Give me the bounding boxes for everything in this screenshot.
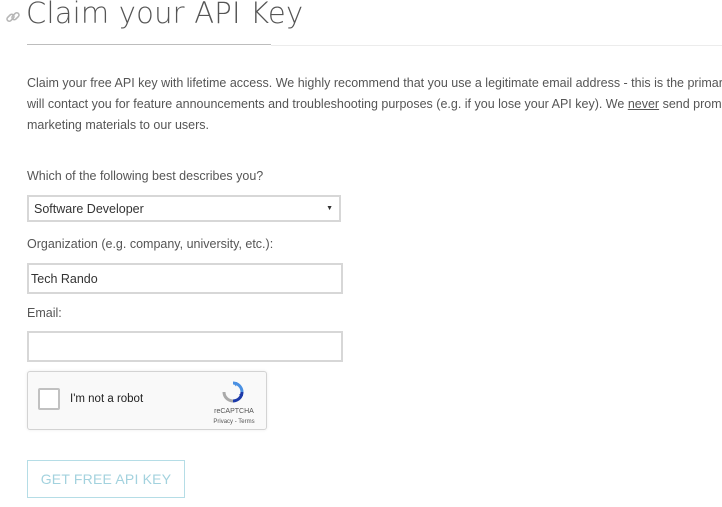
organization-input[interactable] <box>27 263 343 294</box>
intro-line-1: Claim your free API key with lifetime ac… <box>27 76 722 90</box>
intro-line-3: marketing materials to our users. <box>27 118 210 132</box>
section-divider <box>271 45 722 46</box>
never-emphasis: never <box>627 97 660 111</box>
recaptcha-label: I'm not a robot <box>70 393 144 405</box>
title-underline <box>27 44 271 45</box>
intro-line-2-end: send promot <box>662 97 722 111</box>
role-label: Which of the following best describes yo… <box>27 169 264 183</box>
intro-line-2-start: will contact you for feature announcemen… <box>27 97 628 111</box>
organization-label: Organization (e.g. company, university, … <box>27 237 274 251</box>
recaptcha-checkbox[interactable] <box>38 388 60 410</box>
role-select[interactable]: Software Developer ▼ <box>27 195 341 222</box>
page-header: Claim your API Key <box>5 0 303 30</box>
recaptcha-brand: reCAPTCHA <box>214 408 254 415</box>
get-api-key-button[interactable]: GET FREE API KEY <box>27 460 185 498</box>
recaptcha-logo-icon <box>222 381 244 403</box>
page-title: Claim your API Key <box>26 0 304 30</box>
recaptcha-links[interactable]: Privacy - Terms <box>208 419 260 425</box>
email-input[interactable] <box>27 331 343 362</box>
intro-line-2: will contact you for feature announcemen… <box>27 94 722 115</box>
role-select-value: Software Developer <box>34 201 144 216</box>
chevron-down-icon: ▼ <box>326 205 333 212</box>
intro-text: Claim your free API key with lifetime ac… <box>27 73 722 136</box>
recaptcha-widget: I'm not a robot reCAPTCHA Privacy - Term… <box>27 371 267 430</box>
link-icon[interactable] <box>5 9 21 25</box>
email-label: Email: <box>27 306 62 320</box>
